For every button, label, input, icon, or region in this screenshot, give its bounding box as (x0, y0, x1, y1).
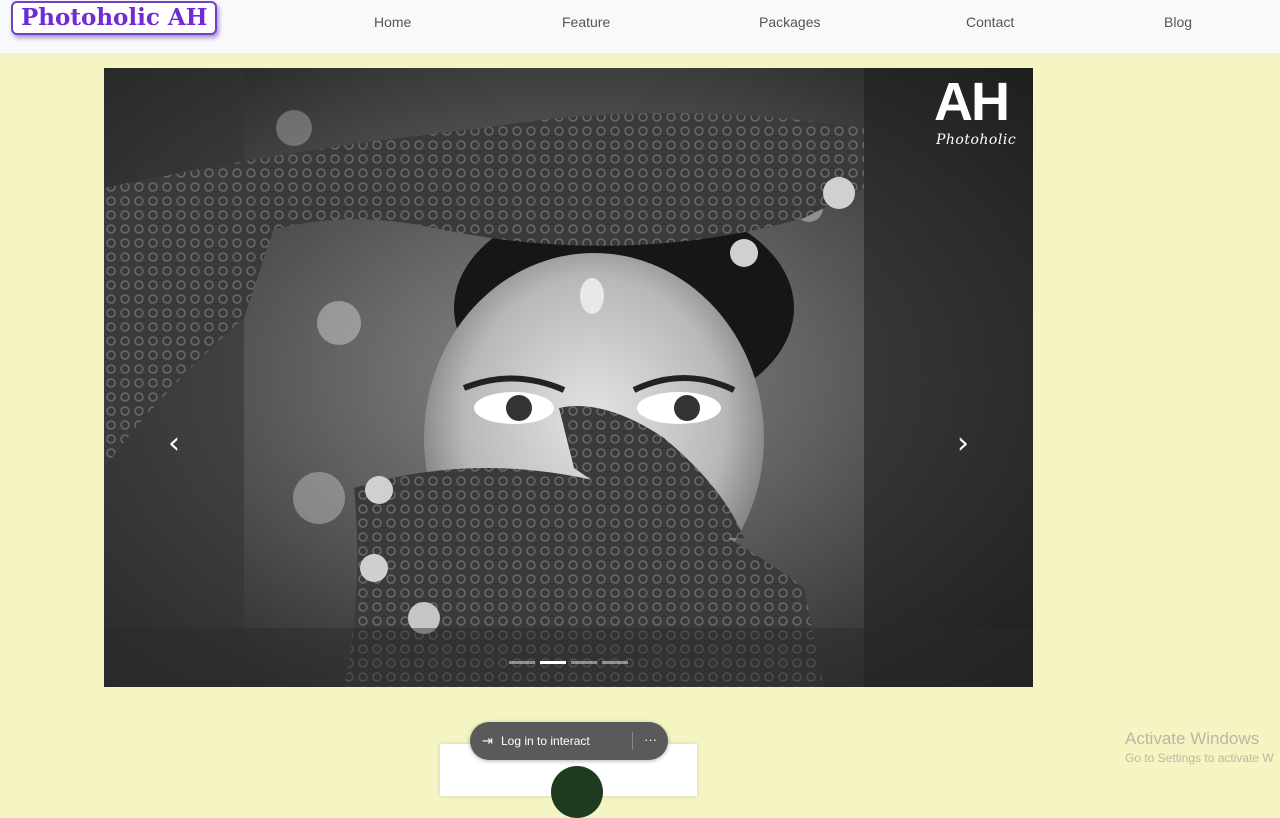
divider (632, 732, 633, 750)
login-to-interact-button[interactable]: ⇥ Log in to interact ··· (470, 722, 668, 760)
activate-windows-subtitle: Go to Settings to activate W (1125, 751, 1274, 765)
nav-link-feature[interactable]: Feature (562, 13, 610, 31)
navbar: Photoholic AH Home Feature Packages Cont… (0, 0, 1280, 53)
hero-carousel: AH Photoholic ‹ › (104, 68, 1033, 687)
chevron-left-icon[interactable]: ‹ (162, 429, 186, 459)
nav-link-packages[interactable]: Packages (759, 13, 820, 31)
avatar (551, 766, 603, 818)
carousel-indicator[interactable] (509, 661, 535, 664)
watermark-script: Photoholic (936, 132, 1017, 148)
brand-logo[interactable]: Photoholic AH (11, 1, 218, 35)
nav-link-home[interactable]: Home (374, 13, 411, 31)
activate-windows-title: Activate Windows (1125, 729, 1260, 748)
carousel-indicator[interactable] (571, 661, 597, 664)
activate-windows-notice: Activate Windows Go to Settings to activ… (1125, 729, 1274, 766)
nav-link-contact[interactable]: Contact (966, 13, 1014, 31)
carousel-indicator[interactable] (602, 661, 628, 664)
photoholic-watermark-logo: AH Photoholic (934, 72, 1029, 156)
carousel-indicator-active[interactable] (540, 661, 566, 664)
carousel-slide-image (104, 68, 1033, 687)
chevron-right-icon[interactable]: › (951, 429, 975, 459)
nav-link-blog[interactable]: Blog (1164, 13, 1192, 31)
login-arrow-icon: ⇥ (482, 733, 493, 748)
more-options-icon[interactable]: ··· (644, 731, 657, 749)
login-label: Log in to interact (501, 734, 590, 748)
watermark-letters: AH (934, 72, 1010, 132)
